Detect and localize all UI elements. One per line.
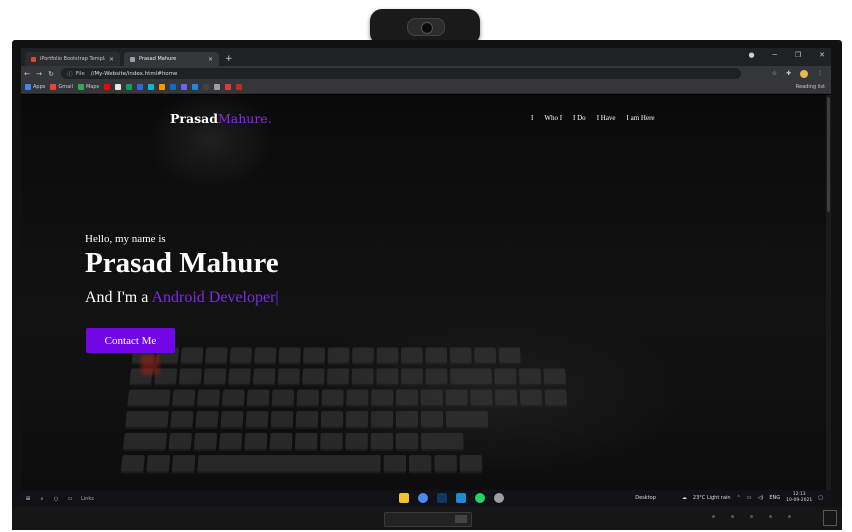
pinterest-icon[interactable] — [236, 84, 243, 90]
bookmark-icon[interactable] — [214, 84, 221, 90]
forward-icon[interactable]: → — [33, 70, 45, 78]
extensions-icon[interactable]: ✚ — [786, 70, 791, 77]
desktop-toolbar-label[interactable]: Desktop — [635, 495, 656, 501]
maps-icon — [77, 84, 84, 90]
site-logo[interactable]: PrasadMahure. — [170, 111, 272, 126]
bookmark-icon[interactable] — [159, 84, 166, 90]
toolbar-actions: ☆ ✚ ⋮ — [772, 69, 831, 78]
site-nav: I Who I I Do I Have I am Here — [531, 114, 655, 122]
chrome-icon[interactable] — [418, 493, 428, 503]
bookmark-maps[interactable]: Maps — [77, 84, 99, 90]
role-prefix: And I'm a — [85, 289, 149, 306]
back-icon[interactable]: ← — [21, 70, 33, 78]
taskbar-search-text[interactable]: Links — [77, 496, 141, 502]
clock[interactable]: 12:13 10-09-2021 — [786, 492, 812, 504]
tab-portfolio-template[interactable]: iPortfolio Bootstrap Template - Index ✕ — [25, 52, 120, 66]
bookmark-gmail[interactable]: Gmail — [50, 84, 73, 90]
github-icon[interactable] — [203, 84, 210, 90]
nav-item-contact[interactable]: I am Here — [627, 114, 655, 122]
bookmark-apps[interactable]: Apps — [25, 84, 45, 90]
cortana-icon[interactable]: ○ — [49, 496, 63, 502]
vscode-icon[interactable] — [456, 493, 466, 503]
task-view-icon[interactable]: ▭ — [63, 496, 77, 502]
system-tray: Desktop ☁ 23°C Light rain ⌃ ▭ ◁) ENG 12:… — [635, 492, 823, 504]
typing-cursor: | — [275, 289, 279, 306]
monitor-power-button — [823, 510, 837, 526]
webcam-lens — [407, 18, 445, 36]
close-window-icon[interactable]: ✕ — [819, 51, 825, 59]
hero-greeting: Hello, my name is — [85, 233, 166, 245]
gmail-icon — [50, 84, 57, 90]
weather-text[interactable]: 23°C Light rain — [693, 495, 731, 501]
taskbar-apps — [399, 493, 504, 503]
avatar[interactable] — [800, 69, 808, 78]
bookmark-icon[interactable] — [148, 84, 155, 90]
photoshop-icon[interactable] — [437, 493, 447, 503]
window-controls: ● ─ ❐ ✕ — [749, 51, 825, 59]
close-tab-icon[interactable]: ✕ — [109, 56, 114, 63]
tab-title: Prasad Mahure — [139, 56, 177, 62]
scrollbar-thumb[interactable] — [827, 97, 830, 212]
menu-kebab-icon[interactable]: ⋮ — [817, 70, 823, 77]
apps-grid-icon — [25, 84, 31, 90]
file-explorer-icon[interactable] — [399, 493, 409, 503]
bookmark-icon[interactable] — [126, 84, 133, 90]
bookmark-icon[interactable] — [137, 84, 144, 90]
close-tab-icon[interactable]: ✕ — [208, 56, 213, 63]
keyboard-background-image — [118, 347, 693, 490]
bookmark-icon[interactable] — [225, 84, 232, 90]
chevron-up-icon[interactable]: ⌃ — [737, 495, 741, 501]
youtube-icon[interactable] — [104, 84, 111, 90]
new-tab-button[interactable]: + — [225, 52, 233, 66]
info-icon: ⓘ — [67, 71, 73, 78]
hero-role: And I'm a Android Developer| — [85, 289, 279, 307]
browser-toolbar: ← → ↻ ⓘ File //My-Website/index.html#hom… — [21, 66, 831, 81]
tab-title: iPortfolio Bootstrap Template - Index — [40, 56, 105, 62]
network-icon[interactable]: ▭ — [747, 495, 752, 501]
search-icon[interactable]: ⌕ — [35, 496, 49, 502]
tab-bar: iPortfolio Bootstrap Template - Index ✕ … — [21, 48, 831, 66]
language-indicator[interactable]: ENG — [769, 495, 780, 501]
red-key-highlight — [141, 355, 159, 375]
contact-me-button[interactable]: Contact Me — [86, 328, 175, 353]
bookmark-icon[interactable] — [115, 84, 122, 90]
profile-circle-icon[interactable]: ● — [749, 51, 755, 59]
favicon-icon — [31, 56, 36, 62]
weather-icon: ☁ — [681, 495, 687, 501]
whatsapp-icon[interactable] — [475, 493, 485, 503]
windows-taskbar: ⊞ ⌕ ○ ▭ Links Desktop ☁ 23°C Light rain … — [21, 490, 831, 507]
nav-item-about[interactable]: Who I — [544, 114, 562, 122]
bookmark-icon[interactable] — [181, 84, 188, 90]
reload-icon[interactable]: ↻ — [45, 70, 57, 78]
page-scrollbar[interactable] — [826, 95, 831, 490]
bookmark-star-icon[interactable]: ☆ — [772, 70, 777, 77]
bookmarks-bar: Apps Gmail Maps Reading list — [21, 81, 831, 94]
bookmark-icon[interactable] — [192, 84, 199, 90]
linkedin-icon[interactable] — [170, 84, 177, 90]
windows-start-icon[interactable]: ⊞ — [21, 496, 35, 502]
clock-date: 10-09-2021 — [786, 498, 813, 503]
monitor-buttons — [712, 515, 802, 519]
hero-name: Prasad Mahure — [85, 247, 279, 279]
volume-icon[interactable]: ◁) — [758, 495, 764, 501]
address-bar[interactable]: ⓘ File //My-Website/index.html#home — [61, 68, 741, 79]
notifications-icon[interactable]: ▢ — [818, 495, 823, 501]
restore-icon[interactable]: ❐ — [795, 51, 801, 59]
screen: iPortfolio Bootstrap Template - Index ✕ … — [21, 48, 831, 507]
tab-prasad-mahure[interactable]: Prasad Mahure ✕ — [124, 52, 219, 66]
chrome-profile-icon[interactable] — [494, 493, 504, 503]
favicon-icon — [130, 56, 135, 62]
role-typed-text: Android Developer — [151, 289, 276, 306]
nav-item-home[interactable]: I — [531, 114, 533, 122]
nav-item-skills[interactable]: I Have — [597, 114, 616, 122]
reading-list-button[interactable]: Reading list — [796, 84, 831, 90]
monitor-base — [384, 512, 472, 527]
url-text: //My-Website/index.html#home — [90, 70, 178, 77]
portfolio-page: PrasadMahure. I Who I I Do I Have I am H… — [21, 95, 831, 490]
nav-item-services[interactable]: I Do — [573, 114, 586, 122]
scheme-label: File — [75, 70, 85, 77]
minimize-icon[interactable]: ─ — [773, 51, 777, 59]
